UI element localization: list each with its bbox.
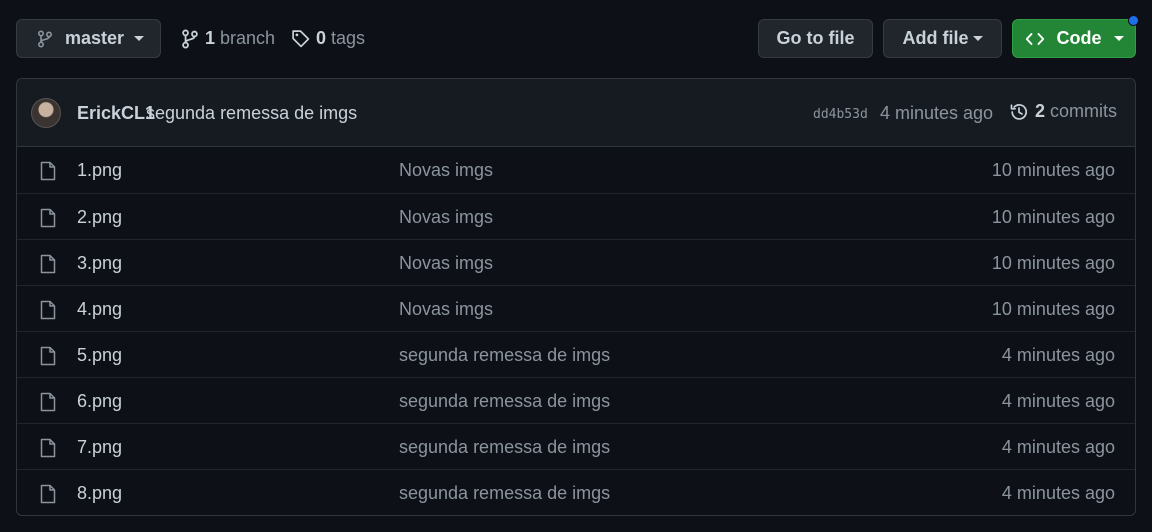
file-row[interactable]: 1.png Novas imgs 10 minutes ago xyxy=(17,147,1135,193)
latest-commit-bar: ErickCL1 segunda remessa de imgs dd4b53d… xyxy=(17,79,1135,147)
file-row[interactable]: 2.png Novas imgs 10 minutes ago xyxy=(17,193,1135,239)
file-icon xyxy=(40,438,56,458)
repo-toolbar: master 1 branch 0 tags Go to file Add fi… xyxy=(16,15,1139,58)
file-commit-age: 4 minutes ago xyxy=(1001,437,1115,457)
code-label: Code xyxy=(1056,28,1102,48)
file-commit-message[interactable]: Novas imgs xyxy=(399,207,493,228)
commits-count: 2 xyxy=(1035,101,1046,121)
branches-count: 1 xyxy=(205,28,216,48)
tag-icon xyxy=(292,30,310,48)
file-name[interactable]: 8.png xyxy=(77,483,122,504)
go-to-file-button[interactable]: Go to file xyxy=(758,19,873,58)
file-commit-age: 10 minutes ago xyxy=(991,207,1115,227)
file-name[interactable]: 6.png xyxy=(77,391,122,412)
code-button[interactable]: Code xyxy=(1012,19,1136,58)
go-to-file-label: Go to file xyxy=(776,28,855,48)
file-row[interactable]: 6.png segunda remessa de imgs 4 minutes … xyxy=(17,377,1135,423)
file-commit-message[interactable]: Novas imgs xyxy=(399,299,493,320)
file-row[interactable]: 3.png Novas imgs 10 minutes ago xyxy=(17,239,1135,285)
file-commit-message[interactable]: segunda remessa de imgs xyxy=(399,483,610,504)
file-row[interactable]: 5.png segunda remessa de imgs 4 minutes … xyxy=(17,331,1135,377)
file-icon xyxy=(40,484,56,504)
code-brackets-icon xyxy=(1025,32,1044,45)
file-commit-message[interactable]: Novas imgs xyxy=(399,253,493,274)
tags-count: 0 xyxy=(316,28,327,48)
commit-time: 4 minutes ago xyxy=(880,103,994,123)
file-commit-message[interactable]: Novas imgs xyxy=(399,160,493,181)
file-commit-age: 10 minutes ago xyxy=(991,160,1115,180)
file-icon xyxy=(40,161,56,181)
commit-message[interactable]: segunda remessa de imgs xyxy=(146,103,357,124)
file-icon xyxy=(40,254,56,274)
file-row[interactable]: 8.png segunda remessa de imgs 4 minutes … xyxy=(17,469,1135,515)
file-commit-message[interactable]: segunda remessa de imgs xyxy=(399,391,610,412)
commit-sha[interactable]: dd4b53d xyxy=(813,107,868,122)
file-row[interactable]: 4.png Novas imgs 10 minutes ago xyxy=(17,285,1135,331)
file-icon xyxy=(40,346,56,366)
chevron-down-icon xyxy=(972,36,983,41)
tags-link[interactable]: 0 tags xyxy=(291,19,365,58)
commit-author[interactable]: ErickCL1 xyxy=(77,103,155,124)
file-name[interactable]: 3.png xyxy=(77,253,122,274)
file-icon xyxy=(40,392,56,412)
branch-name: master xyxy=(65,28,125,48)
file-commit-age: 10 minutes ago xyxy=(991,253,1115,273)
file-row[interactable]: 7.png segunda remessa de imgs 4 minutes … xyxy=(17,423,1135,469)
branches-label: branch xyxy=(220,28,276,48)
file-commit-age: 10 minutes ago xyxy=(991,299,1115,319)
chevron-down-icon xyxy=(1113,36,1124,41)
chevron-down-icon xyxy=(134,36,145,41)
commits-label: commits xyxy=(1050,101,1118,121)
file-icon xyxy=(40,300,56,320)
add-file-label: Add file xyxy=(902,28,969,48)
history-icon xyxy=(1010,103,1028,120)
branches-link[interactable]: 1 branch xyxy=(181,19,275,58)
git-branch-icon xyxy=(182,29,198,48)
tags-label: tags xyxy=(331,28,366,48)
file-list: 1.png Novas imgs 10 minutes ago 2.png No… xyxy=(17,147,1135,515)
add-file-button[interactable]: Add file xyxy=(883,19,1002,58)
git-branch-icon xyxy=(37,29,53,48)
avatar[interactable] xyxy=(31,98,61,128)
commits-history-link[interactable]: 2 commits xyxy=(1009,101,1117,122)
notification-dot xyxy=(1128,15,1139,26)
file-name[interactable]: 2.png xyxy=(77,207,122,228)
file-commit-message[interactable]: segunda remessa de imgs xyxy=(399,437,610,458)
file-commit-age: 4 minutes ago xyxy=(1001,391,1115,411)
file-name[interactable]: 4.png xyxy=(77,299,122,320)
file-commit-age: 4 minutes ago xyxy=(1001,483,1115,503)
file-commit-age: 4 minutes ago xyxy=(1001,345,1115,365)
file-name[interactable]: 5.png xyxy=(77,345,122,366)
file-name[interactable]: 7.png xyxy=(77,437,122,458)
file-icon xyxy=(40,208,56,228)
file-name[interactable]: 1.png xyxy=(77,160,122,181)
branch-select-button[interactable]: master xyxy=(16,19,161,58)
file-commit-message[interactable]: segunda remessa de imgs xyxy=(399,345,610,366)
file-browser: ErickCL1 segunda remessa de imgs dd4b53d… xyxy=(16,78,1136,516)
